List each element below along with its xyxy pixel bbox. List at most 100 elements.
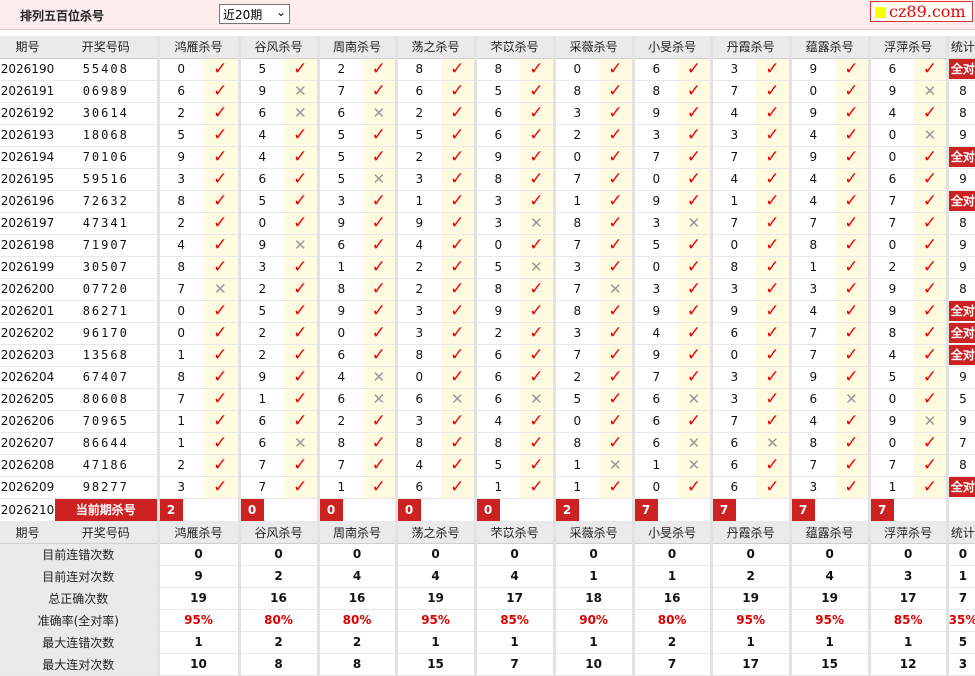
summary-value: 1 bbox=[156, 631, 240, 654]
kill-value-cell: 6 bbox=[867, 58, 915, 81]
kill-value-cell: 8 bbox=[316, 278, 364, 301]
period-cell: 2026194 bbox=[0, 146, 55, 169]
result-cell: ✕ bbox=[363, 388, 397, 411]
check-icon: ✓ bbox=[686, 367, 701, 387]
kill-value-cell: 7 bbox=[316, 80, 364, 103]
result-cell: ✓ bbox=[756, 278, 791, 301]
result-cell: ✓ bbox=[678, 58, 712, 81]
result-cell: ✓ bbox=[284, 454, 319, 477]
result-cell: ✓ bbox=[363, 124, 397, 147]
correct-count: 7 bbox=[959, 436, 967, 450]
result-cell: ✕ bbox=[599, 278, 634, 301]
check-icon: ✓ bbox=[922, 323, 938, 343]
check-icon: ✓ bbox=[686, 257, 701, 277]
result-cell: ✓ bbox=[520, 366, 555, 389]
kill-value-cell: 7 bbox=[709, 410, 757, 433]
check-icon: ✓ bbox=[922, 455, 938, 475]
summary-value: 80% bbox=[237, 609, 319, 632]
result-cell: ✕ bbox=[284, 80, 319, 103]
check-icon: ✓ bbox=[686, 169, 701, 189]
result-cell: ✓ bbox=[203, 344, 240, 367]
summary-value: 12 bbox=[867, 653, 948, 676]
kill-value-cell: 8 bbox=[316, 432, 364, 455]
check-icon: ✓ bbox=[529, 455, 544, 475]
cross-icon: ✕ bbox=[530, 390, 543, 408]
result-cell: ✓ bbox=[203, 410, 240, 433]
check-icon: ✓ bbox=[922, 213, 938, 233]
summary-value: 18 bbox=[552, 587, 634, 610]
row-stat-cell: 全对 bbox=[945, 300, 975, 323]
result-cell: ✓ bbox=[835, 58, 870, 81]
check-icon: ✓ bbox=[450, 455, 465, 475]
check-icon: ✓ bbox=[922, 301, 938, 321]
check-icon: ✓ bbox=[371, 433, 386, 453]
header-group: 丹霞杀号 bbox=[709, 521, 791, 544]
correct-count: 9 bbox=[959, 414, 967, 428]
kill-value-cell: 1 bbox=[237, 388, 285, 411]
period-cell: 2026204 bbox=[0, 366, 55, 389]
current-stat-cell bbox=[945, 498, 975, 522]
check-icon: ✓ bbox=[608, 477, 623, 497]
check-icon: ✓ bbox=[765, 191, 780, 211]
result-cell: ✓ bbox=[914, 212, 948, 235]
check-icon: ✓ bbox=[213, 345, 228, 365]
result-cell: ✓ bbox=[203, 190, 240, 213]
kill-value-cell: 3 bbox=[709, 124, 757, 147]
header-group: 浮萍杀号 bbox=[867, 521, 948, 544]
result-cell: ✓ bbox=[678, 476, 712, 499]
draw-numbers-cell: 70965 bbox=[55, 410, 158, 433]
summary-value: 1 bbox=[867, 631, 948, 654]
current-kill-value: 2 bbox=[557, 498, 579, 520]
table-row: 2026208 47186 2 ✓ 7 ✓ 7 ✓ 4 ✓ 5 ✓ 1 ✕ 1 ✕ 6 ✓ 7 ✓ 7 ✓ 8 bbox=[0, 454, 975, 477]
kill-value-cell: 1 bbox=[394, 190, 442, 213]
result-cell: ✓ bbox=[441, 102, 476, 125]
kill-value-cell: 5 bbox=[237, 190, 285, 213]
check-icon: ✓ bbox=[450, 169, 465, 189]
kill-value-cell: 6 bbox=[473, 124, 521, 147]
result-cell: ✕ bbox=[520, 212, 555, 235]
kill-value-cell: 4 bbox=[237, 146, 285, 169]
kill-value-cell: 3 bbox=[316, 190, 364, 213]
draw-numbers-cell: 96170 bbox=[55, 322, 158, 345]
result-cell: ✓ bbox=[599, 476, 634, 499]
kill-value-cell: 7 bbox=[156, 388, 203, 411]
period-range-select[interactable]: 近20期 ⌄ bbox=[219, 4, 290, 24]
table-row: 2026192 30614 2 ✓ 6 ✕ 6 ✕ 2 ✓ 6 ✓ 3 ✓ 9 ✓ 4 ✓ 9 ✓ 4 ✓ 8 bbox=[0, 102, 975, 125]
site-logo[interactable]: cz89.com bbox=[870, 1, 973, 22]
summary-value: 19 bbox=[709, 587, 791, 610]
current-period-row: 2026210 当前期杀号 2 0 0 0 0 2 7 7 7 7 bbox=[0, 498, 975, 522]
header-group: 荡之杀号 bbox=[394, 36, 476, 59]
cross-icon: ✕ bbox=[293, 236, 307, 254]
kill-value-cell: 1 bbox=[709, 190, 757, 213]
kill-value-cell: 7 bbox=[788, 322, 836, 345]
header-group: 小旻杀号 bbox=[631, 521, 712, 544]
check-icon: ✓ bbox=[844, 345, 859, 365]
check-icon: ✓ bbox=[844, 257, 859, 277]
kill-value-cell: 2 bbox=[552, 366, 600, 389]
check-icon: ✓ bbox=[371, 59, 386, 79]
check-icon: ✓ bbox=[293, 389, 308, 409]
kill-value-cell: 6 bbox=[709, 322, 757, 345]
kill-value-cell: 7 bbox=[552, 278, 600, 301]
current-empty-cell bbox=[914, 498, 948, 522]
row-stat-cell: 9 bbox=[945, 256, 975, 279]
summary-value: 0 bbox=[237, 543, 319, 566]
result-cell: ✓ bbox=[284, 278, 319, 301]
correct-count: 9 bbox=[959, 128, 967, 142]
summary-value: 7 bbox=[473, 653, 555, 676]
kill-value-cell: 3 bbox=[709, 58, 757, 81]
check-icon: ✓ bbox=[686, 345, 701, 365]
summary-value: 17 bbox=[709, 653, 791, 676]
correct-count: 9 bbox=[959, 260, 967, 274]
check-icon: ✓ bbox=[371, 323, 386, 343]
cross-icon: ✕ bbox=[609, 456, 622, 474]
check-icon: ✓ bbox=[686, 411, 701, 431]
header-group: 鸿雁杀号 bbox=[156, 36, 240, 59]
kill-value-cell: 7 bbox=[709, 80, 757, 103]
result-cell: ✓ bbox=[203, 432, 240, 455]
check-icon: ✓ bbox=[293, 257, 308, 277]
check-icon: ✓ bbox=[608, 81, 623, 101]
kill-value-cell: 0 bbox=[867, 146, 915, 169]
summary-value: 0 bbox=[473, 543, 555, 566]
kill-value-cell: 0 bbox=[316, 322, 364, 345]
